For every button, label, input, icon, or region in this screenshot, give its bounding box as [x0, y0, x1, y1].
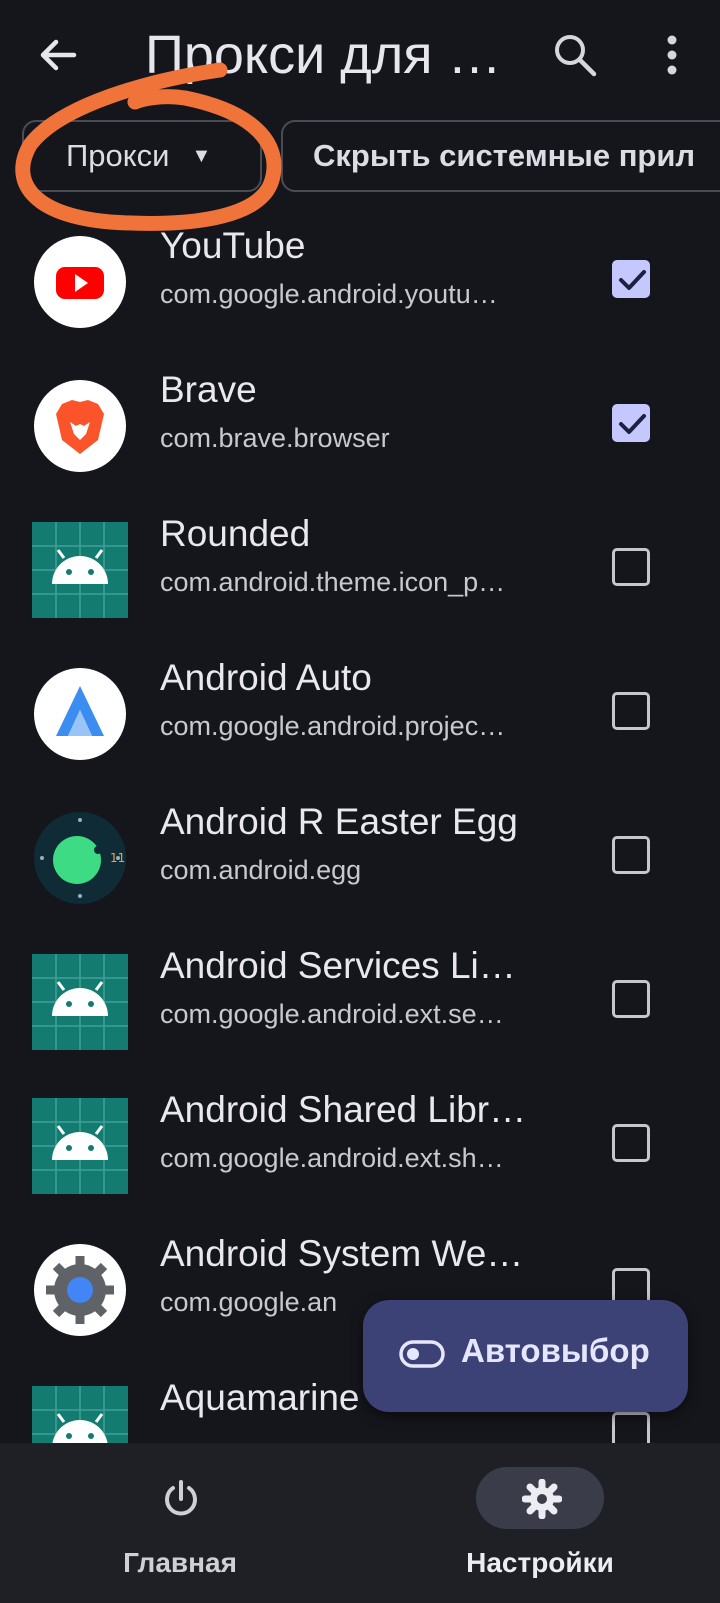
more-options-button[interactable] [650, 32, 694, 78]
app-name: Brave [160, 369, 257, 410]
arrow-back-icon [40, 39, 77, 71]
app-package: com.google.android.ext.sh… [160, 1143, 504, 1173]
list-item[interactable]: Brave com.brave.browser [0, 348, 720, 492]
more-vert-icon [667, 35, 677, 75]
brave-lion-icon [34, 380, 126, 472]
hide-system-apps-chip[interactable]: Скрыть системные прил [281, 120, 720, 192]
nav-home[interactable]: Главная [70, 1443, 290, 1603]
app-package: com.google.android.youtu… [160, 279, 498, 309]
app-checkbox[interactable] [612, 836, 650, 874]
list-item[interactable]: Rounded com.android.theme.icon_p… [0, 492, 720, 636]
app-name: Rounded [160, 513, 311, 554]
app-checkbox[interactable] [612, 980, 650, 1018]
android-auto-icon [34, 668, 126, 760]
search-icon [555, 35, 597, 77]
search-button[interactable] [552, 32, 598, 78]
app-package: com.brave.browser [160, 423, 390, 453]
toggle-icon [399, 1340, 445, 1368]
bottom-navigation: Главная Настройки [0, 1443, 720, 1603]
app-name: Android Services Li… [160, 945, 516, 986]
app-checkbox[interactable] [612, 404, 650, 442]
list-item[interactable]: Android Services Li… com.google.android.… [0, 924, 720, 1068]
app-checkbox[interactable] [612, 548, 650, 586]
nav-home-label: Главная [123, 1547, 237, 1578]
app-name: Android System We… [160, 1233, 524, 1274]
check-icon [619, 414, 646, 434]
proxy-mode-label: Прокси [66, 138, 170, 173]
proxy-mode-dropdown[interactable]: Прокси ▼ [22, 120, 262, 192]
page-title: Прокси для … [145, 25, 502, 85]
app-name: Android Auto [160, 657, 372, 698]
app-checkbox[interactable] [612, 1124, 650, 1162]
android-robot-icon [32, 954, 128, 1050]
app-checkbox[interactable] [612, 260, 650, 298]
gear-icon [522, 1479, 562, 1519]
app-name: Android Shared Libr… [160, 1089, 527, 1130]
app-checkbox[interactable] [612, 692, 650, 730]
webview-gear-icon [34, 1244, 126, 1336]
nav-settings[interactable]: Настройки [430, 1443, 650, 1603]
list-item[interactable]: Android Shared Libr… com.google.android.… [0, 1068, 720, 1212]
dropdown-arrow-icon: ▼ [191, 144, 212, 167]
list-item[interactable]: YouTube com.google.android.youtu… [0, 204, 720, 348]
android-robot-icon [32, 522, 128, 618]
back-button[interactable] [34, 30, 84, 80]
app-name: YouTube [160, 225, 306, 266]
android-robot-icon [32, 1098, 128, 1194]
auto-select-label: Автовыбор [461, 1332, 650, 1369]
nav-settings-label: Настройки [466, 1547, 614, 1578]
list-item[interactable]: Android Auto com.google.android.projec… [0, 636, 720, 780]
app-package: com.android.egg [160, 855, 362, 885]
app-package: com.google.android.projec… [160, 711, 506, 741]
power-icon [165, 1480, 197, 1516]
app-name: Android R Easter Egg [160, 801, 518, 842]
app-package: com.android.theme.icon_p… [160, 567, 506, 597]
app-package: com.google.android.ext.se… [160, 999, 504, 1029]
check-icon [619, 270, 646, 290]
hide-system-apps-label: Скрыть системные прил [313, 138, 696, 173]
auto-select-fab[interactable]: Автовыбор [363, 1300, 688, 1412]
youtube-icon [34, 236, 126, 328]
top-app-bar: Прокси для … [0, 0, 720, 110]
filter-chips-row: Прокси ▼ Скрыть системные прил [0, 118, 720, 196]
list-item[interactable]: 11 Android R Easter Egg com.android.egg [0, 780, 720, 924]
easter-egg-icon: 11 [34, 812, 126, 904]
